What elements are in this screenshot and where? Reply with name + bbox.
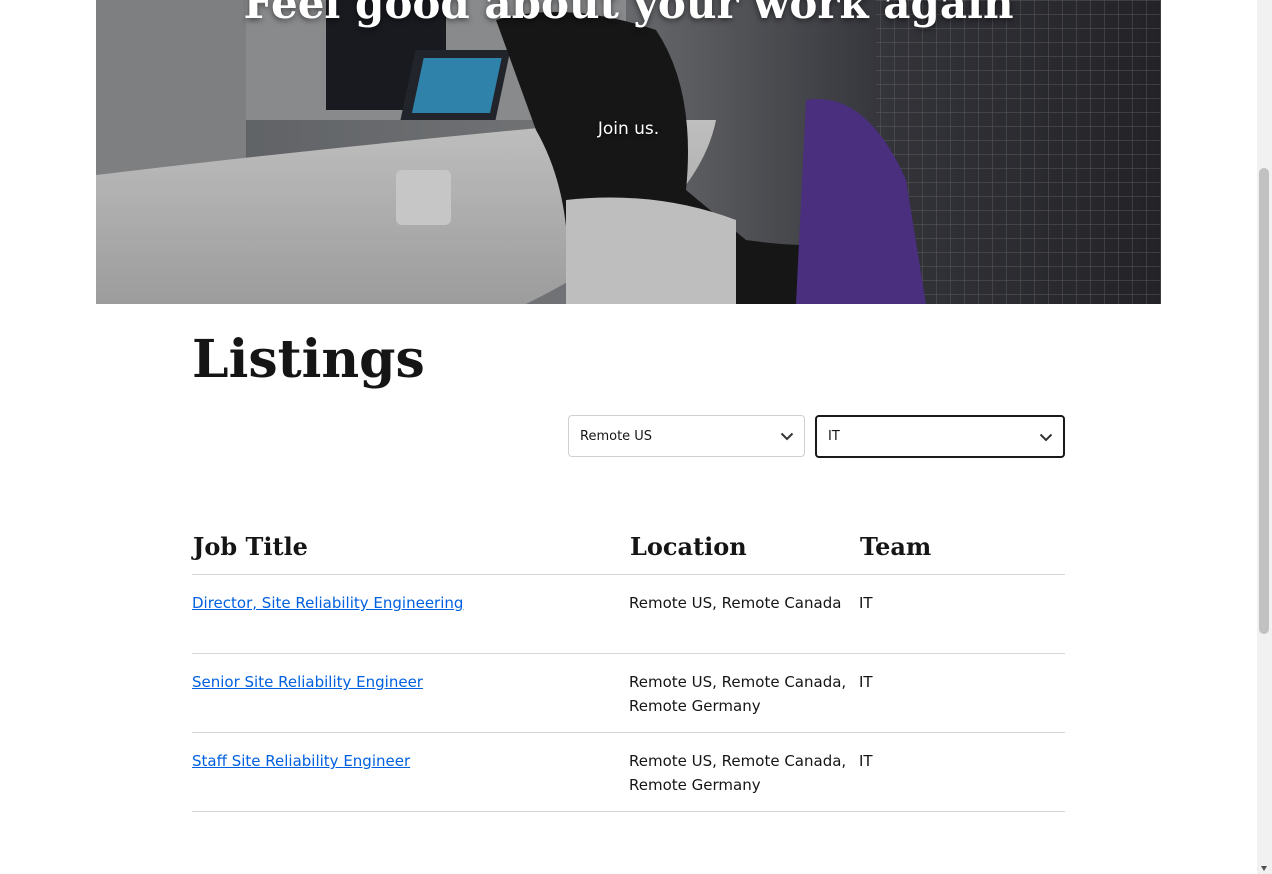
column-header-location: Location [629, 518, 859, 575]
job-title-link[interactable]: Director, Site Reliability Engineering [192, 594, 463, 612]
job-title-link[interactable]: Senior Site Reliability Engineer [192, 673, 423, 691]
team-filter-value: IT [828, 429, 840, 444]
job-team: IT [859, 732, 1065, 812]
chevron-down-icon [780, 432, 794, 441]
job-team: IT [859, 574, 1065, 654]
job-location: Remote US, Remote Canada, Remote Germany [629, 732, 859, 812]
team-filter-select[interactable]: IT [815, 415, 1065, 458]
column-header-team: Team [859, 518, 1065, 575]
table-row: Senior Site Reliability Engineer Remote … [192, 653, 1065, 733]
careers-page: Feel good about your work again Join us.… [0, 0, 1257, 874]
hero-title: Feel good about your work again [243, 0, 1014, 28]
column-header-job-title: Job Title [192, 518, 629, 575]
listings-heading: Listings [192, 329, 425, 390]
scroll-down-arrow-icon[interactable] [1261, 866, 1267, 871]
job-team: IT [859, 653, 1065, 733]
hero-subtitle: Join us. [597, 119, 660, 139]
chevron-down-icon [1039, 433, 1053, 441]
table-header-row: Job Title Location Team [192, 518, 1065, 575]
job-title-link[interactable]: Staff Site Reliability Engineer [192, 752, 410, 770]
job-location: Remote US, Remote Canada, Remote Germany [629, 653, 859, 733]
vertical-scrollbar[interactable] [1257, 0, 1272, 874]
scrollbar-thumb[interactable] [1259, 168, 1269, 634]
location-filter-value: Remote US [580, 428, 653, 444]
location-filter-select[interactable]: Remote US [568, 415, 805, 457]
job-location: Remote US, Remote Canada [629, 574, 859, 654]
hero-photo [96, 0, 1161, 304]
job-listings-table: Job Title Location Team Director, Site R… [192, 518, 1065, 812]
table-row: Director, Site Reliability Engineering R… [192, 574, 1065, 654]
table-row: Staff Site Reliability Engineer Remote U… [192, 732, 1065, 812]
hero-banner: Feel good about your work again Join us. [96, 0, 1161, 304]
